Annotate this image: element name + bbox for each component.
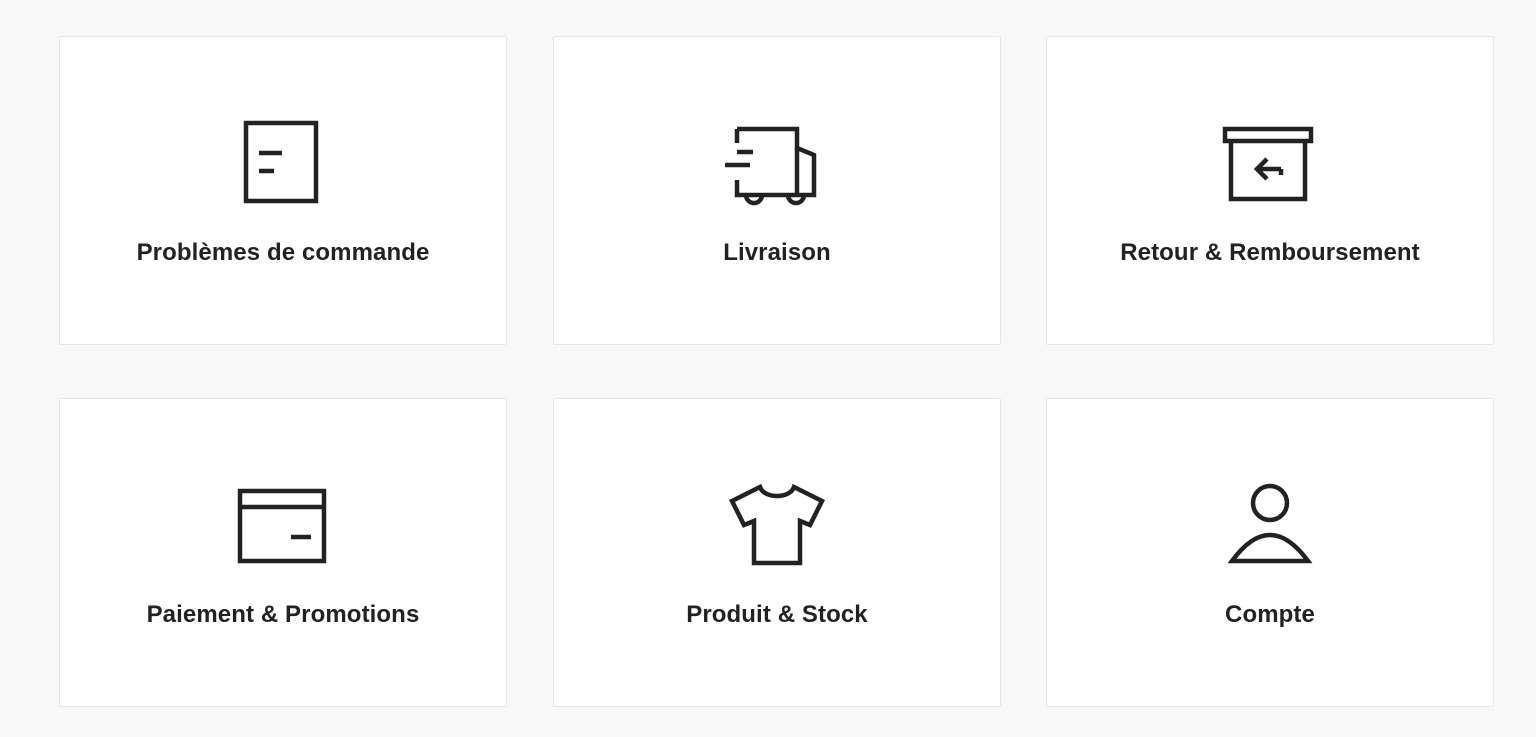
order-document-icon — [228, 117, 338, 209]
return-box-icon — [1215, 117, 1325, 209]
category-label: Retour & Remboursement — [1120, 239, 1420, 266]
credit-card-icon — [228, 479, 338, 571]
category-label: Livraison — [723, 239, 831, 266]
delivery-truck-icon — [722, 117, 832, 209]
category-card-account[interactable]: Compte — [1046, 398, 1494, 707]
user-account-icon — [1215, 479, 1325, 571]
category-label: Produit & Stock — [686, 601, 868, 628]
category-card-product-stock[interactable]: Produit & Stock — [553, 398, 1001, 707]
category-card-delivery[interactable]: Livraison — [553, 36, 1001, 345]
tshirt-icon — [722, 479, 832, 571]
category-label: Paiement & Promotions — [146, 601, 420, 628]
category-card-payment-promotions[interactable]: Paiement & Promotions — [59, 398, 507, 707]
category-label: Compte — [1225, 601, 1315, 628]
category-card-order-problems[interactable]: Problèmes de commande — [59, 36, 507, 345]
category-card-return-refund[interactable]: Retour & Remboursement — [1046, 36, 1494, 345]
category-label: Problèmes de commande — [136, 239, 430, 266]
help-category-grid: Problèmes de commande Livraison Retour &… — [0, 0, 1536, 737]
